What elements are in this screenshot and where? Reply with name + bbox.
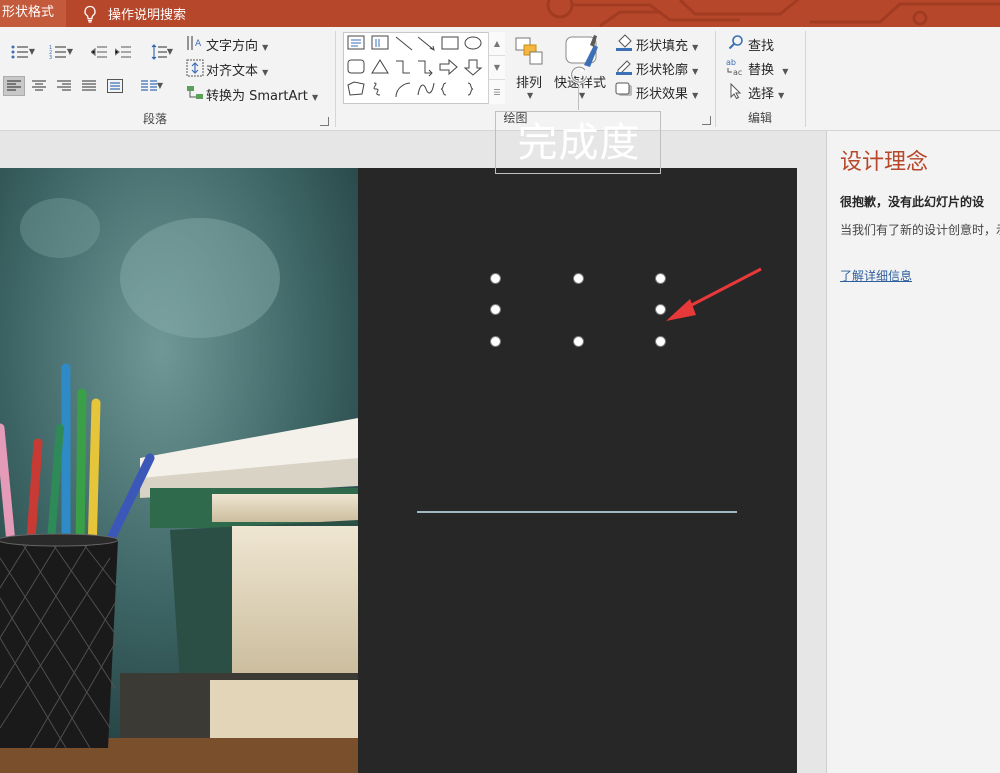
- classroom-photo[interactable]: [0, 168, 358, 773]
- svg-text:ab: ab: [726, 58, 736, 67]
- shape-outline-label: 形状轮廓: [636, 63, 689, 78]
- convert-smartart-label: 转换为 SmartArt: [206, 89, 308, 104]
- selected-textbox[interactable]: 完成度: [495, 111, 661, 174]
- tell-me-label: 操作说明搜索: [108, 8, 187, 23]
- decrease-indent-icon[interactable]: [88, 41, 110, 63]
- align-text-label: 对齐文本: [206, 64, 259, 79]
- lightbulb-icon: [84, 5, 96, 23]
- shape-fill-button[interactable]: 形状填充 ▼: [636, 35, 698, 54]
- gallery-scroll-down-icon[interactable]: ▼: [489, 56, 505, 80]
- align-text-icon[interactable]: [185, 58, 205, 78]
- arrange-caret-icon[interactable]: ▼: [527, 91, 533, 100]
- design-ideas-body: 当我们有了新的设计创意时，示。: [840, 223, 1000, 237]
- text-direction-button[interactable]: 文字方向 ▼: [206, 35, 268, 54]
- drawing-dialog-launcher[interactable]: [702, 116, 711, 125]
- tab-shape-format[interactable]: 形状格式: [0, 0, 67, 27]
- columns-icon[interactable]: ▼: [136, 76, 168, 96]
- shapes-gallery[interactable]: [343, 32, 505, 104]
- smartart-icon[interactable]: [185, 83, 205, 103]
- group-separator: [335, 31, 336, 127]
- justify-icon[interactable]: [78, 76, 100, 96]
- text-direction-icon[interactable]: A: [185, 33, 205, 53]
- svg-text:ac: ac: [733, 68, 742, 77]
- align-text-button[interactable]: 对齐文本 ▼: [206, 60, 268, 79]
- gallery-scroll-up-icon[interactable]: ▲: [489, 32, 505, 56]
- find-icon[interactable]: [727, 33, 745, 51]
- group-separator: [715, 31, 716, 127]
- svg-text:A: A: [195, 39, 202, 49]
- quick-styles-caret-icon[interactable]: ▼: [579, 91, 585, 100]
- shape-effects-label: 形状效果: [636, 87, 689, 102]
- resize-handle-bottom[interactable]: [573, 336, 584, 347]
- gallery-more-icon[interactable]: ☰: [489, 80, 505, 104]
- resize-handle-top[interactable]: [573, 273, 584, 284]
- resize-handle-bottom-left[interactable]: [490, 336, 501, 347]
- slide-canvas[interactable]: [0, 168, 797, 773]
- textbox-text[interactable]: 完成度: [496, 112, 662, 175]
- resize-handle-left[interactable]: [490, 304, 501, 315]
- shape-effects-button[interactable]: 形状效果 ▼: [636, 83, 698, 102]
- design-ideas-title: 设计理念: [840, 150, 929, 175]
- design-ideas-pane: 设计理念 很抱歉，没有此幻灯片的设 当我们有了新的设计创意时，示。 了解详细信息: [826, 131, 1000, 773]
- find-button[interactable]: 查找: [748, 35, 774, 54]
- bullets-icon[interactable]: ▼: [6, 41, 40, 63]
- replace-icon[interactable]: ab ac: [726, 57, 746, 77]
- editing-group-label: 编辑: [747, 111, 772, 125]
- text-direction-label: 文字方向: [206, 39, 259, 54]
- group-separator: [805, 31, 806, 127]
- select-label: 选择: [748, 87, 775, 102]
- shapes-gallery-scroll[interactable]: ▲ ▼ ☰: [488, 32, 505, 104]
- resize-handle-top-left[interactable]: [490, 273, 501, 284]
- select-button[interactable]: 选择 ▼: [748, 83, 784, 102]
- replace-label: 替换: [748, 63, 775, 78]
- paragraph-group-label: 段落: [142, 112, 167, 126]
- arrange-button[interactable]: 排列: [516, 72, 542, 91]
- shape-fill-icon[interactable]: [614, 32, 634, 52]
- increase-indent-icon[interactable]: [112, 41, 134, 63]
- arrange-icon[interactable]: [513, 33, 547, 71]
- red-arrow-annotation: [666, 267, 762, 321]
- select-cursor-icon[interactable]: [728, 82, 744, 100]
- replace-button[interactable]: 替换 ▼: [748, 59, 788, 78]
- shape-effects-icon[interactable]: [614, 80, 634, 100]
- learn-more-link[interactable]: 了解详细信息: [840, 267, 912, 284]
- align-right-icon[interactable]: [53, 76, 75, 96]
- resize-handle-bottom-right[interactable]: [655, 336, 666, 347]
- shape-outline-button[interactable]: 形状轮廓 ▼: [636, 59, 698, 78]
- distributed-icon[interactable]: [104, 76, 126, 96]
- line-spacing-icon[interactable]: ▼: [146, 41, 178, 63]
- tell-me-search[interactable]: 操作说明搜索: [80, 0, 186, 27]
- design-ideas-message: 很抱歉，没有此幻灯片的设: [840, 195, 985, 209]
- svg-text:3: 3: [49, 55, 52, 59]
- convert-smartart-button[interactable]: 转换为 SmartArt ▼: [206, 85, 318, 104]
- numbering-icon[interactable]: 1 2 3 ▼: [44, 41, 78, 63]
- shape-fill-label: 形状填充: [636, 39, 689, 54]
- shapes-gallery-icons: [347, 35, 483, 98]
- rotate-handle-icon[interactable]: [566, 61, 592, 87]
- align-left-icon[interactable]: [3, 76, 25, 96]
- paragraph-dialog-launcher[interactable]: [320, 117, 329, 126]
- rotate-handle-stem: [578, 86, 579, 110]
- align-center-icon[interactable]: [28, 76, 50, 96]
- title-bar: 形状格式 操作说明搜索: [0, 0, 1000, 27]
- shape-outline-icon[interactable]: [614, 56, 634, 76]
- divider-line[interactable]: [417, 511, 737, 513]
- circuit-decoration: [546, 0, 1000, 27]
- paragraph-group: ▼ 1 2 3 ▼ ▼ ▼ A 文字方向 ▼ 对齐文本 ▼ 转换为 SmartA…: [0, 27, 335, 131]
